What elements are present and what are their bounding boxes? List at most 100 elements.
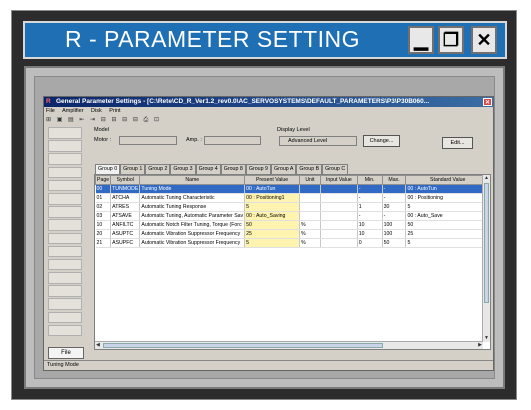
table-row[interactable]: 03 ATSAVE Automatic Tuning, Automatic Pa… [95,211,490,221]
cell-symbol: TUNMODE [110,184,141,194]
amp-label: Amp. : [186,137,202,143]
cell-page: 03 [95,211,112,221]
sidebar-button[interactable] [48,285,82,297]
cell-input-value[interactable] [320,220,358,230]
cell-input-value[interactable] [320,229,358,239]
menu-file[interactable]: File [46,108,55,114]
cell-present-value[interactable]: 00 : AutoTun [244,184,300,194]
inner-close-icon[interactable]: ✕ [483,98,492,106]
cell-standard-value: 25 [405,229,490,239]
cell-present-value[interactable]: 5 [244,202,300,212]
header-symbol[interactable]: Symbol [110,175,141,185]
tab-group-c[interactable]: Group C [322,164,349,174]
sidebar-button[interactable] [48,324,82,337]
maximize-button[interactable]: ❐ [438,26,464,54]
tab-group-1[interactable]: Group 1 [120,164,146,174]
tab-group-9[interactable]: Group 9 [245,164,271,174]
cell-present-value[interactable]: 50 [244,220,300,230]
edit-button[interactable]: Edit... [442,137,473,149]
cell-present-value[interactable]: 00 : Auto_Saving [244,211,300,221]
change-button[interactable]: Change... [363,135,400,147]
table-row[interactable]: 01 ATCHA Automatic Tuning Characteristic… [95,193,490,203]
file-button[interactable]: File [48,347,84,359]
close-button[interactable]: ✕ [471,26,497,54]
sidebar-button[interactable] [48,272,82,284]
cell-present-value[interactable]: 25 [244,229,300,239]
header-min[interactable]: Min. [356,175,383,185]
table-header-row: Page Symbol Name Present Value Unit Inpu… [95,175,490,185]
header-max[interactable]: Max. [381,175,407,185]
scroll-down-icon[interactable]: ▼ [484,335,489,342]
sidebar-button[interactable] [48,232,82,245]
scroll-up-icon[interactable]: ▲ [484,175,489,182]
cell-min: 10 [357,229,383,239]
minimize-button[interactable]: ▁ [408,26,434,54]
horizontal-scrollbar[interactable]: ◀ ▶ [95,341,483,349]
cell-standard-value: 5 [405,238,490,248]
cell-name: Tuning Mode [139,184,246,194]
menu-amplifier[interactable]: Amplifier [62,108,83,114]
table-row[interactable]: 10 ANFILTC Automatic Notch Filter Tuning… [95,220,490,230]
tab-group-b[interactable]: Group B [296,164,323,174]
menu-disk[interactable]: Disk [91,108,102,114]
sidebar-button[interactable] [48,298,82,311]
header-page[interactable]: Page [95,175,112,185]
cell-name: Automatic Notch Filter Tuning, Torque (F… [139,220,246,230]
vertical-scrollbar[interactable]: ▲ ▼ [482,175,490,342]
sidebar-button[interactable] [48,192,82,205]
table-row[interactable]: 00 TUNMODE Tuning Mode 00 : AutoTun - - … [95,184,490,194]
cell-symbol: ANFILTC [110,220,141,230]
sidebar-button[interactable] [48,166,82,179]
display-level-label: Display Level [277,127,310,133]
sidebar-button[interactable] [48,206,82,218]
cell-max: 50 [382,238,407,248]
menu-print[interactable]: Print [109,108,120,114]
tab-group-2[interactable]: Group 2 [145,164,171,174]
cell-unit [299,202,321,212]
sidebar-button[interactable] [48,245,82,258]
header-standard-value[interactable]: Standard Value [405,175,490,185]
inner-title-bar: R General Parameter Settings - [C:\Rete\… [44,97,493,107]
sidebar-button[interactable] [48,127,82,139]
parameter-table: Page Symbol Name Present Value Unit Inpu… [95,175,490,248]
cell-max: 30 [382,202,407,212]
cell-max: - [382,193,407,203]
sidebar-button[interactable] [48,140,82,152]
parameter-settings-window: R General Parameter Settings - [C:\Rete\… [43,96,494,371]
tab-group-a[interactable]: Group A [270,164,297,174]
header-present-value[interactable]: Present Value [244,175,300,185]
scroll-left-icon[interactable]: ◀ [96,342,100,349]
cell-input-value[interactable] [320,193,358,203]
table-row[interactable]: 20 ASUPTC Automatic Vibration Suppressor… [95,229,490,239]
header-unit[interactable]: Unit [298,175,321,185]
table-row[interactable]: 21 ASUPFC Automatic Vibration Suppressor… [95,238,490,248]
cell-input-value[interactable] [320,238,358,248]
tab-group-8[interactable]: Group 8 [220,164,246,174]
tab-group-4[interactable]: Group 4 [195,164,221,174]
cell-present-value[interactable]: 5 [244,238,300,248]
table-row[interactable]: 02 ATRES Automatic Tuning Response 5 1 3… [95,202,490,212]
tab-group-0[interactable]: Group 0 [95,164,121,174]
vertical-scroll-thumb[interactable] [484,183,489,303]
sidebar-button[interactable] [48,153,82,165]
cell-present-value[interactable]: 00 : Positioning1 [244,193,300,203]
title-bar: R - PARAMETER SETTING ▁ ❐ ✕ [23,21,507,59]
cell-page: 20 [95,229,112,239]
header-input-value[interactable]: Input Value [319,175,358,185]
sidebar-button[interactable] [48,219,82,231]
header-name[interactable]: Name [139,175,246,185]
toolbar[interactable]: ⊞ ▣ ▤ ⇤ ⇥ ⊟ ⊟ ⊟ ⊟ ⎙ ⊡ [46,116,161,125]
cell-max: - [382,184,407,194]
sidebar-button[interactable] [48,311,82,324]
horizontal-scroll-thumb[interactable] [103,343,383,348]
cell-input-value[interactable] [320,211,358,221]
sidebar-button[interactable] [48,258,82,271]
scroll-right-icon[interactable]: ▶ [478,342,482,349]
cell-input-value[interactable] [320,202,358,212]
cell-name: Automatic Tuning Characteristic [139,193,246,203]
cell-page: 01 [95,193,112,203]
tab-group-3[interactable]: Group 3 [170,164,196,174]
cell-unit [299,184,321,194]
cell-input-value[interactable] [320,184,358,194]
sidebar-button[interactable] [48,179,82,192]
